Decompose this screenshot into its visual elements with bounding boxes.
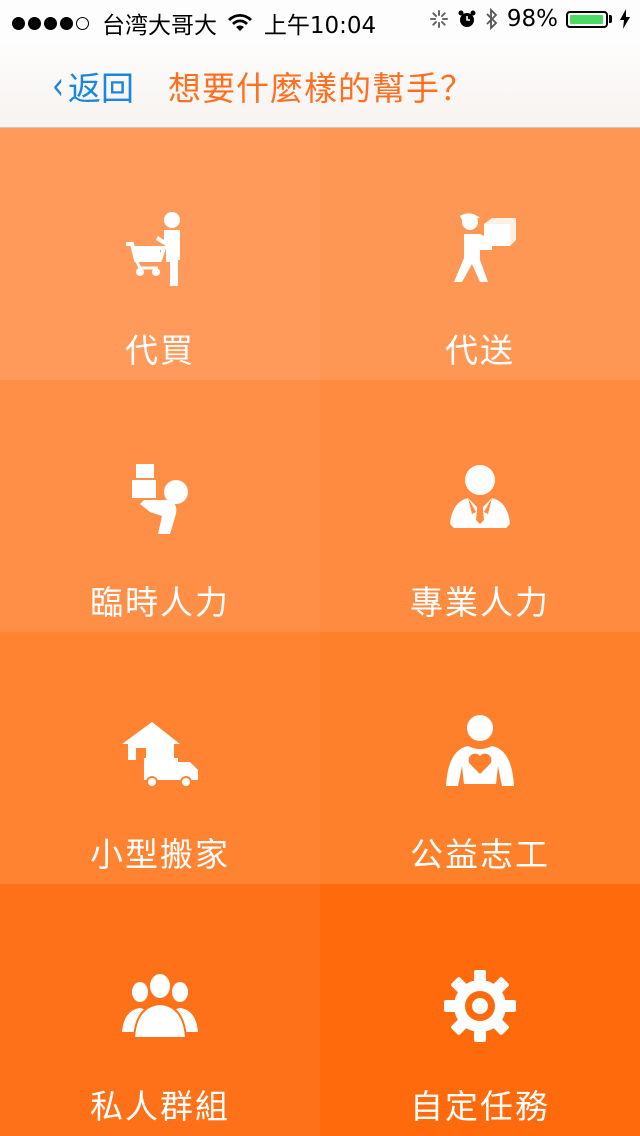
tile-label: 小型搬家	[90, 835, 230, 874]
volunteer-heart-icon	[446, 715, 514, 786]
activity-spinner-icon	[429, 10, 448, 28]
house-truck-icon	[122, 722, 198, 788]
tile-label: 公益志工	[410, 835, 550, 874]
shopping-cart-person-icon	[126, 212, 180, 286]
navigation-bar: ‹ 返回 想要什麼樣的幫手？	[0, 40, 640, 128]
back-button[interactable]: ‹ 返回	[52, 62, 134, 110]
tile-label: 自定任務	[410, 1087, 550, 1126]
tile-custom-task[interactable]: 自定任務	[320, 884, 640, 1136]
tile-volunteer[interactable]: 公益志工	[320, 632, 640, 884]
helper-type-grid: 代買 代送 臨時人力 專業人力 小型搬家 公益志工 私人群組 自定任務	[0, 128, 640, 1136]
tile-temporary-labor[interactable]: 臨時人力	[0, 380, 320, 632]
tile-label: 專業人力	[410, 583, 550, 622]
tile-buy-for-me[interactable]: 代買	[0, 128, 320, 380]
delivery-person-icon	[454, 213, 516, 282]
tile-label: 代送	[445, 331, 515, 370]
tile-professional-labor[interactable]: 專業人力	[320, 380, 640, 632]
status-bar: 台湾大哥大 上午10:04 98%	[0, 0, 640, 40]
charging-bolt-icon	[620, 9, 630, 29]
status-right: 98%	[421, 6, 630, 32]
alarm-clock-icon	[458, 10, 476, 27]
chevron-left-icon: ‹	[52, 63, 64, 109]
page-title: 想要什麼樣的幫手？	[168, 69, 474, 108]
carrying-boxes-person-icon	[132, 464, 188, 534]
tile-label: 私人群組	[90, 1087, 230, 1126]
bluetooth-icon	[486, 8, 498, 30]
back-label: 返回	[68, 69, 134, 108]
tile-private-group[interactable]: 私人群組	[0, 884, 320, 1136]
tile-deliver-for-me[interactable]: 代送	[320, 128, 640, 380]
tile-small-moving[interactable]: 小型搬家	[0, 632, 320, 884]
tile-label: 代買	[125, 331, 195, 370]
battery-percent: 98%	[506, 6, 558, 32]
gear-icon	[444, 970, 516, 1042]
businessman-icon	[450, 465, 510, 528]
battery-icon	[566, 10, 612, 28]
tile-label: 臨時人力	[90, 583, 230, 622]
group-people-icon	[122, 972, 198, 1039]
